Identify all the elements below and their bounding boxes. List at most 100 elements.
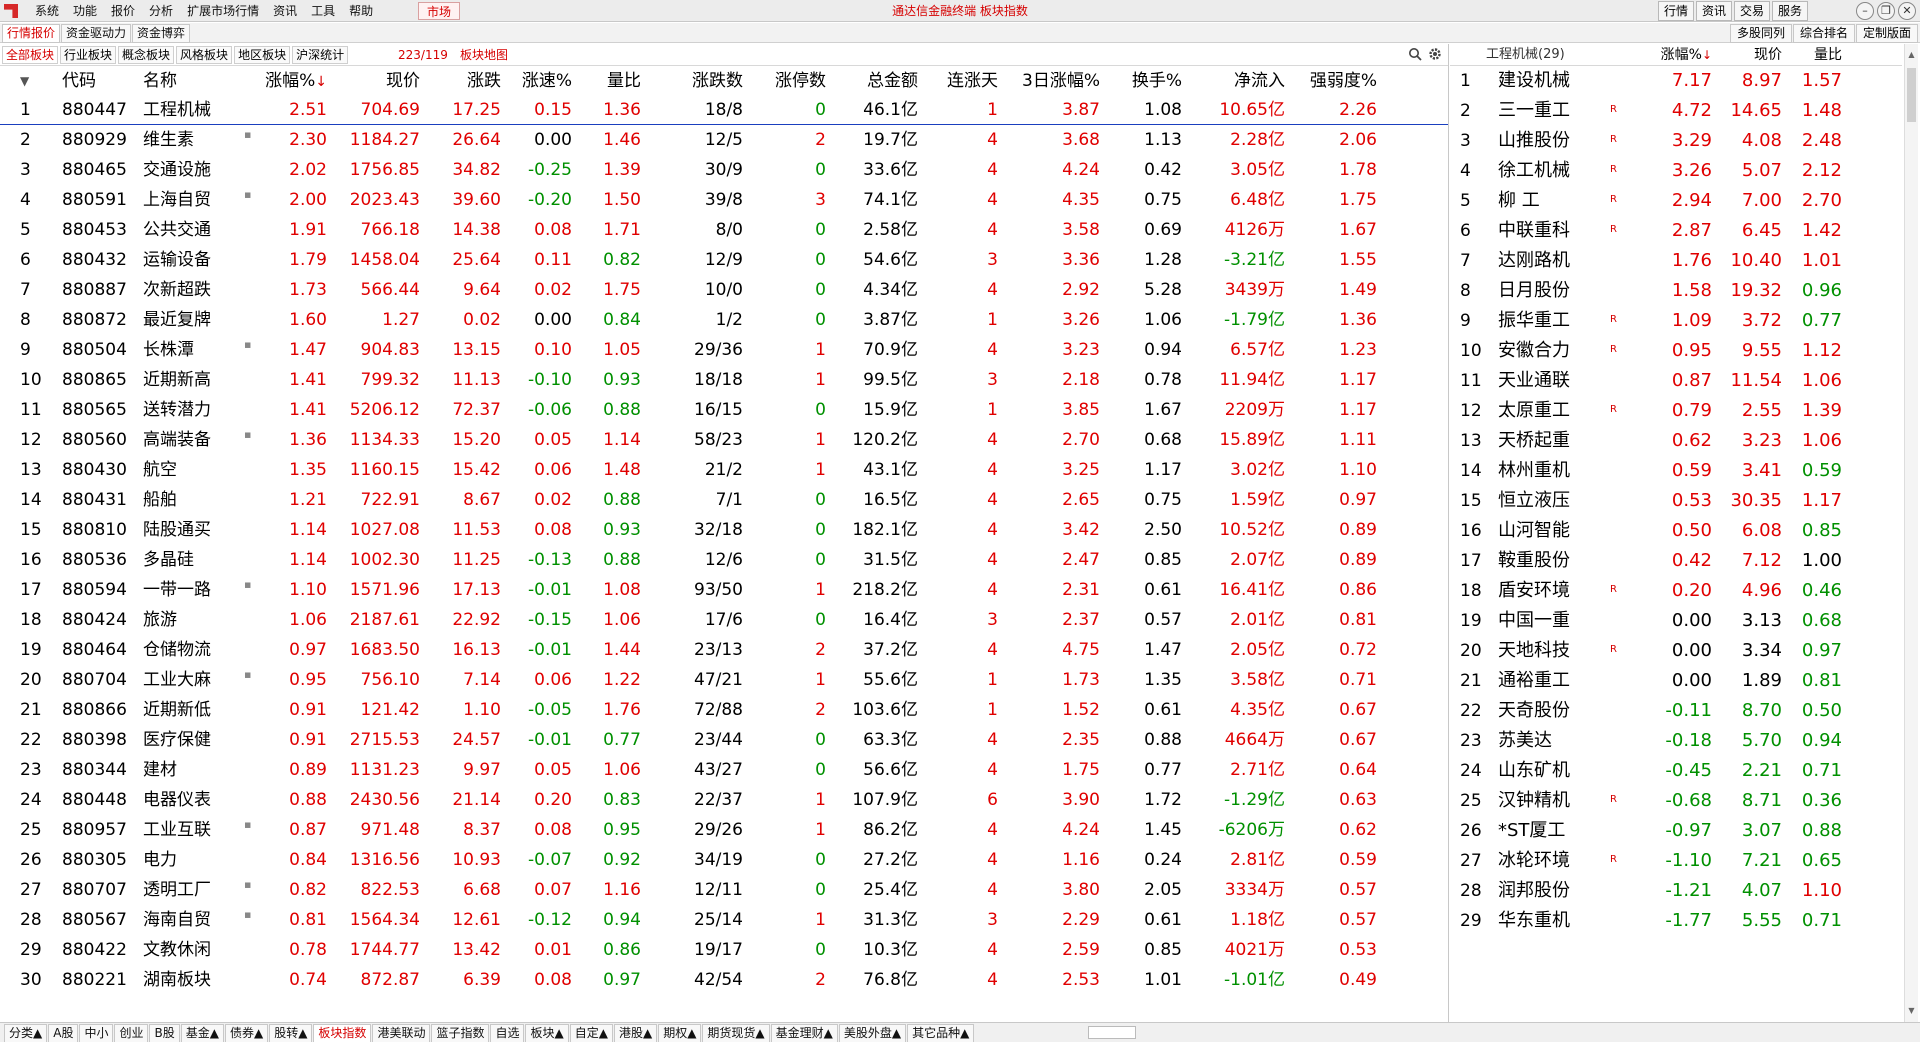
table-row[interactable]: 9 880504 长株潭 ▪ 1.47 904.83 13.15 0.10 1.05 29/36 1… [0,335,1448,365]
list-item[interactable]: 16 山河智能 0.50 6.08 0.85 [1450,516,1902,546]
list-item[interactable]: 17 鞍重股份 0.42 7.12 1.00 [1450,546,1902,576]
minimize-icon[interactable]: – [1856,2,1874,20]
table-row[interactable]: 6 880432 运输设备 1.79 1458.04 25.64 0.11 0.82 12/9 0… [0,245,1448,275]
category-tab[interactable]: 行业板块 [60,46,117,64]
header-turnover[interactable]: 换手% [1104,67,1182,95]
bottom-tab[interactable]: 板块指数 [313,1024,372,1042]
table-row[interactable]: 26 880305 电力 0.84 1316.56 10.93 -0.07 0.92 34/19… [0,845,1448,875]
header-speed[interactable]: 涨速% [505,67,572,95]
bottom-tab[interactable]: 创业 [114,1024,149,1042]
table-row[interactable]: 27 880707 透明工厂 ▪ 0.82 822.53 6.68 0.07 1.16 12/11… [0,875,1448,905]
table-row[interactable]: 21 880866 近期新低 0.91 121.42 1.10 -0.05 1.76 72/88… [0,695,1448,725]
table-row[interactable]: 10 880865 近期新高 1.41 799.32 11.13 -0.10 0.93 18/1… [0,365,1448,395]
list-item[interactable]: 15 恒立液压 0.53 30.35 1.17 [1450,486,1902,516]
header-change-pct[interactable]: 涨幅%↓ [1640,44,1712,66]
list-item[interactable]: 3 山推股份 R 3.29 4.08 2.48 [1450,126,1902,156]
list-item[interactable]: 8 日月股份 1.58 19.32 0.96 [1450,276,1902,306]
header-amount[interactable]: 总金额 [830,67,918,95]
list-item[interactable]: 28 润邦股份 -1.21 4.07 1.10 [1450,876,1902,906]
list-item[interactable]: 14 林州重机 0.59 3.41 0.59 [1450,456,1902,486]
table-row[interactable]: 20 880704 工业大麻 ▪ 0.95 756.10 7.14 0.06 1.22 47/21… [0,665,1448,695]
category-tab[interactable]: 风格板块 [176,46,233,64]
bottom-tab[interactable]: 股转▲ [269,1024,313,1042]
scroll-down-icon[interactable]: ▼ [1905,1004,1918,1018]
panel-divider[interactable] [1448,44,1449,1022]
gear-icon[interactable] [1428,47,1442,61]
vertical-scrollbar[interactable]: ▲ ▼ [1904,44,1918,1022]
table-row[interactable]: 19 880464 仓储物流 0.97 1683.50 16.13 -0.01 1.44 23/… [0,635,1448,665]
restore-icon[interactable]: ❐ [1877,2,1895,20]
list-item[interactable]: 5 柳 工 R 2.94 7.00 2.70 [1450,186,1902,216]
bottom-tab[interactable]: 板块▲ [525,1024,569,1042]
bottom-tab[interactable]: 基金▲ [180,1024,224,1042]
header-volume-ratio[interactable]: 量比 [576,67,641,95]
list-item[interactable]: 11 天业通联 0.87 11.54 1.06 [1450,366,1902,396]
list-item[interactable]: 27 冰轮环境 R -1.10 7.21 0.65 [1450,846,1902,876]
category-tab[interactable]: 地区板块 [234,46,291,64]
list-item[interactable]: 7 达刚路机 1.76 10.40 1.01 [1450,246,1902,276]
list-item[interactable]: 12 太原重工 R 0.79 2.55 1.39 [1450,396,1902,426]
table-row[interactable]: 15 880810 陆股通买 1.14 1027.08 11.53 0.08 0.93 32/1… [0,515,1448,545]
table-row[interactable]: 7 880887 次新超跌 1.73 566.44 9.64 0.02 1.75 10/0 0 4.… [0,275,1448,305]
list-item[interactable]: 2 三一重工 R 4.72 14.65 1.48 [1450,96,1902,126]
function-tab[interactable]: 行情报价 [2,24,61,43]
header-code[interactable]: 代码 [62,67,142,95]
sector-map-button[interactable]: 板块地图 [460,46,508,64]
layout-button[interactable]: 综合排名 [1792,24,1855,43]
table-row[interactable]: 17 880594 一带一路 ▪ 1.10 1571.96 17.13 -0.01 1.08 93… [0,575,1448,605]
table-row[interactable]: 29 880422 文教休闲 0.78 1744.77 13.42 0.01 0.86 19/1… [0,935,1448,965]
header-up-days[interactable]: 连涨天 [922,67,998,95]
list-item[interactable]: 23 苏美达 -0.18 5.70 0.94 [1450,726,1902,756]
sort-toggle-icon[interactable]: ▼ [20,67,44,95]
table-row[interactable]: 14 880431 船舶 1.21 722.91 8.67 0.02 0.88 7/1 0 16.5… [0,485,1448,515]
list-item[interactable]: 24 山东矿机 -0.45 2.21 0.71 [1450,756,1902,786]
bottom-tab[interactable]: 分类▲ [4,1024,48,1042]
table-row[interactable]: 2 880929 维生素 ▪ 2.30 1184.27 26.64 0.00 1.46 12/5 2… [0,125,1448,155]
bottom-tab[interactable]: 期货现货▲ [702,1024,770,1042]
table-row[interactable]: 24 880448 电器仪表 0.88 2430.56 21.14 0.20 0.83 22/3… [0,785,1448,815]
table-row[interactable]: 22 880398 医疗保健 0.91 2715.53 24.57 -0.01 0.77 23/… [0,725,1448,755]
market-button[interactable]: 市场 [418,2,461,20]
bottom-tab[interactable]: 债券▲ [224,1024,269,1042]
bottom-tab[interactable]: 港股▲ [613,1024,658,1042]
list-item[interactable]: 19 中国一重 0.00 3.13 0.68 [1450,606,1902,636]
function-tab[interactable]: 资金博弈 [132,24,191,43]
category-tab[interactable]: 沪深统计 [292,46,349,64]
table-row[interactable]: 8 880872 最近复牌 1.60 1.27 0.02 0.00 0.84 1/2 0 3.87亿… [0,305,1448,335]
bottom-tab[interactable]: 其它品种▲ [907,1024,975,1042]
list-item[interactable]: 21 通裕重工 0.00 1.89 0.81 [1450,666,1902,696]
horizontal-scrollbar[interactable] [1088,1026,1136,1039]
category-tab[interactable]: 概念板块 [118,46,175,64]
bottom-tab[interactable]: B股 [149,1024,180,1042]
header-change-pct[interactable]: 涨幅%↓ [250,67,327,95]
list-item[interactable]: 6 中联重科 R 2.87 6.45 1.42 [1450,216,1902,246]
bottom-tab[interactable]: 港美联动 [372,1024,431,1042]
header-limit-up[interactable]: 涨停数 [750,67,826,95]
top-button[interactable]: 交易 [1733,1,1770,21]
scroll-thumb[interactable] [1907,68,1916,122]
list-item[interactable]: 18 盾安环境 R 0.20 4.96 0.46 [1450,576,1902,606]
function-tab[interactable]: 资金驱动力 [61,24,132,43]
header-strength[interactable]: 强弱度% [1289,67,1377,95]
list-item[interactable]: 4 徐工机械 R 3.26 5.07 2.12 [1450,156,1902,186]
bottom-tab[interactable]: 期权▲ [658,1024,702,1042]
bottom-tab[interactable]: 自选 [490,1024,525,1042]
table-row[interactable]: 18 880424 旅游 1.06 2187.61 22.92 -0.15 1.06 17/6 0… [0,605,1448,635]
table-row[interactable]: 5 880453 公共交通 1.91 766.18 14.38 0.08 1.71 8/0 0 2.… [0,215,1448,245]
list-item[interactable]: 9 振华重工 R 1.09 3.72 0.77 [1450,306,1902,336]
menu-item[interactable]: 功能 [66,0,104,22]
menu-item[interactable]: 资讯 [266,0,304,22]
list-item[interactable]: 29 华东重机 -1.77 5.55 0.71 [1450,906,1902,936]
table-row[interactable]: 25 880957 工业互联 ▪ 0.87 971.48 8.37 0.08 0.95 29/26… [0,815,1448,845]
table-row[interactable]: 1 880447 工程机械 2.51 704.69 17.25 0.15 1.36 18/8 0 4… [0,95,1448,125]
menu-item[interactable]: 工具 [304,0,342,22]
table-row[interactable]: 3 880465 交通设施 2.02 1756.85 34.82 -0.25 1.39 30/9… [0,155,1448,185]
table-row[interactable]: 13 880430 航空 1.35 1160.15 15.42 0.06 1.48 21/2 1 4… [0,455,1448,485]
search-icon[interactable] [1408,47,1422,61]
bottom-tab[interactable]: 美股外盘▲ [838,1024,907,1042]
header-3day-change[interactable]: 3日涨幅% [1002,67,1100,95]
layout-button[interactable]: 定制版面 [1855,24,1918,43]
list-item[interactable]: 1 建设机械 7.17 8.97 1.57 [1450,66,1902,96]
scroll-up-icon[interactable]: ▲ [1905,48,1918,62]
layout-button[interactable]: 多股同列 [1729,24,1792,43]
